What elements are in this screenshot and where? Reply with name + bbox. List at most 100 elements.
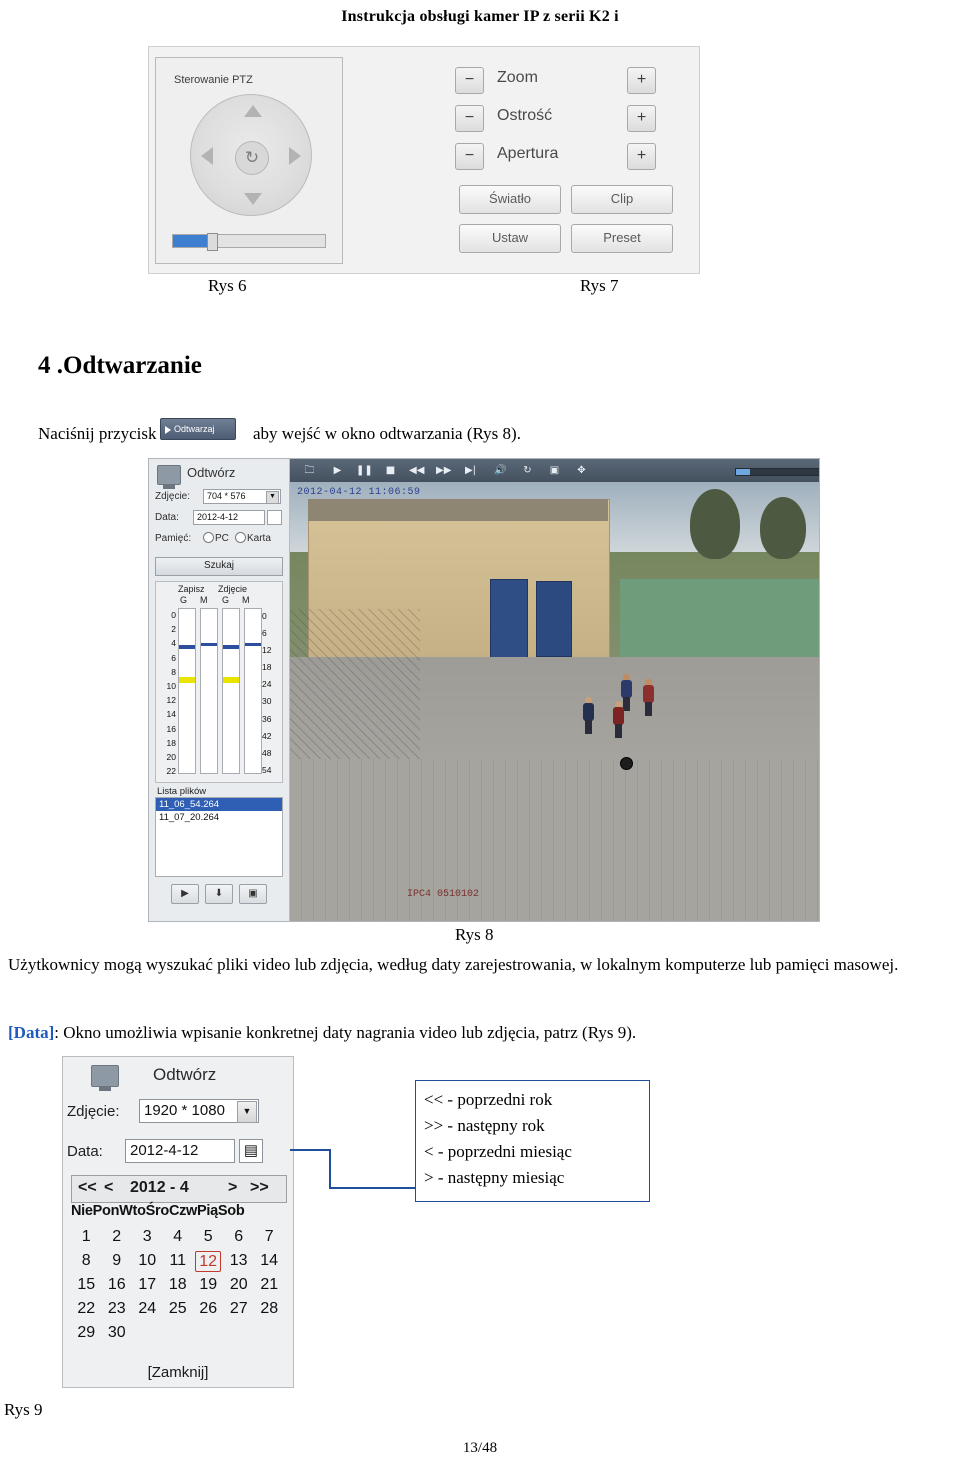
calendar-day[interactable]: 16 [102, 1276, 133, 1294]
calendar-day[interactable]: 8 [71, 1252, 102, 1270]
slider-knob[interactable] [207, 233, 218, 251]
image-size-select[interactable]: 704 * 576 ▼ [203, 489, 281, 504]
calendar-icon[interactable]: ▤ [239, 1139, 263, 1163]
callout-box: << - poprzedni rok >> - następny rok < -… [415, 1080, 650, 1202]
play-icon[interactable]: ▶ [330, 463, 345, 478]
close-button[interactable]: [Zamknij] [71, 1364, 285, 1381]
calendar-day[interactable]: 2 [102, 1228, 133, 1246]
calendar-day[interactable]: 26 [193, 1300, 224, 1318]
calendar-day[interactable]: 9 [102, 1252, 133, 1270]
calendar-day[interactable]: 6 [224, 1228, 255, 1246]
rotate-icon[interactable]: ↻ [235, 141, 269, 175]
calendar-day[interactable]: 3 [132, 1228, 163, 1246]
radio-pc[interactable] [203, 532, 214, 543]
focus-plus-button[interactable]: + [627, 105, 656, 132]
snapshot-icon[interactable]: ▣ [547, 463, 562, 478]
scene-pavement [290, 759, 819, 921]
calendar-day-selected[interactable]: 12 [195, 1250, 222, 1272]
calendar-day[interactable]: 1 [71, 1228, 102, 1246]
rewind-icon[interactable]: ◀◀ [409, 463, 424, 478]
date-input[interactable]: 2012-4-12 [125, 1139, 235, 1163]
calendar-day[interactable]: 17 [132, 1276, 163, 1294]
file-list[interactable]: 11_06_54.264 11_07_20.264 [155, 797, 283, 877]
stop-icon[interactable]: ■ [383, 463, 398, 478]
timeline-col-save-hour[interactable] [178, 608, 196, 774]
calendar-day[interactable]: 22 [71, 1300, 102, 1318]
calendar-day[interactable]: 7 [254, 1228, 285, 1246]
scene-ball [620, 757, 633, 770]
lens-control-panel: − Zoom + − Ostrość + − Apertura + Światł… [449, 49, 692, 263]
calendar-day[interactable]: 23 [102, 1300, 133, 1318]
calendar-day[interactable]: 28 [254, 1300, 285, 1318]
focus-minus-button[interactable]: − [455, 105, 484, 132]
calendar-day[interactable]: 30 [102, 1324, 133, 1342]
scene-tree-1 [690, 489, 740, 559]
timeline-col-save-minute[interactable] [200, 608, 218, 774]
scene-tree-2 [760, 497, 806, 559]
prev-month-button[interactable]: < [104, 1179, 113, 1197]
page-number: 13/48 [462, 1440, 498, 1456]
calendar-day[interactable]: 21 [254, 1276, 285, 1294]
ptz-panel-title: Sterowanie PTZ [174, 74, 253, 86]
download-icon[interactable]: ⬇ [205, 884, 233, 904]
calendar-day[interactable]: 29 [71, 1324, 102, 1342]
ptz-speed-slider[interactable] [172, 233, 326, 251]
chevron-down-icon[interactable]: ▼ [237, 1101, 257, 1123]
video-timestamp-overlay: 2012-04-12 11:06:59 [297, 487, 421, 498]
arrow-up-icon[interactable] [244, 105, 262, 117]
calendar-day[interactable]: 20 [224, 1276, 255, 1294]
volume-icon[interactable]: 🔊 [493, 463, 508, 478]
aperture-minus-button[interactable]: − [455, 143, 484, 170]
calendar-day[interactable]: 24 [132, 1300, 163, 1318]
calendar-icon[interactable] [267, 510, 282, 525]
set-button[interactable]: Ustaw [459, 224, 561, 253]
calendar-day[interactable]: 15 [71, 1276, 102, 1294]
data-tag-description: : Okno umożliwia wpisanie konkretnej dat… [54, 1023, 637, 1042]
calendar-day[interactable]: 4 [163, 1228, 194, 1246]
timeline-col-photo-hour[interactable] [222, 608, 240, 774]
date-input[interactable]: 2012-4-12 [193, 510, 265, 525]
folder-open-icon[interactable]: 🗀 [302, 463, 317, 478]
calendar-day[interactable]: 27 [224, 1300, 255, 1318]
arrow-right-icon[interactable] [289, 147, 301, 165]
calendar-day[interactable]: 10 [132, 1252, 163, 1270]
list-item[interactable]: 11_06_54.264 [156, 798, 282, 811]
timeline-col-photo-minute[interactable] [244, 608, 262, 774]
light-button[interactable]: Światło [459, 185, 561, 214]
refresh-icon[interactable]: ↻ [520, 463, 535, 478]
fast-forward-icon[interactable]: ▶▶ [436, 463, 451, 478]
image-size-select[interactable]: 1920 * 1080 ▼ [139, 1099, 259, 1123]
progress-fill [736, 469, 750, 475]
next-year-button[interactable]: >> [250, 1179, 269, 1197]
calendar-day[interactable]: 5 [193, 1228, 224, 1246]
calendar-week-row: 8 9 10 11 12 13 14 [71, 1249, 285, 1273]
chevron-down-icon[interactable]: ▼ [266, 491, 279, 504]
preset-button[interactable]: Preset [571, 224, 673, 253]
search-button[interactable]: Szukaj [155, 557, 283, 576]
calendar-day[interactable]: 19 [193, 1276, 224, 1294]
pause-icon[interactable]: ❚❚ [356, 463, 373, 478]
arrow-down-icon[interactable] [244, 193, 262, 205]
aperture-plus-button[interactable]: + [627, 143, 656, 170]
calendar-day[interactable]: 25 [163, 1300, 194, 1318]
zoom-plus-button[interactable]: + [627, 67, 656, 94]
video-preview[interactable] [290, 459, 819, 921]
step-forward-icon[interactable]: ▶| [463, 463, 478, 478]
calendar-day[interactable]: 14 [254, 1252, 285, 1270]
ptz-dpad[interactable]: ↻ [190, 94, 312, 216]
playback-button[interactable]: Odtwarzaj [160, 418, 236, 440]
play-icon[interactable]: ▶ [171, 884, 199, 904]
fullscreen-icon[interactable]: ✥ [574, 463, 589, 478]
prev-year-button[interactable]: << [78, 1179, 97, 1197]
calendar-day[interactable]: 11 [163, 1252, 194, 1270]
calendar-day[interactable]: 13 [223, 1252, 254, 1270]
clip-button[interactable]: Clip [571, 185, 673, 214]
video-progress-slider[interactable] [735, 468, 819, 476]
folder-icon[interactable]: ▣ [239, 884, 267, 904]
arrow-left-icon[interactable] [201, 147, 213, 165]
calendar-day[interactable]: 18 [163, 1276, 194, 1294]
list-item[interactable]: 11_07_20.264 [156, 811, 282, 824]
zoom-minus-button[interactable]: − [455, 67, 484, 94]
radio-card[interactable] [235, 532, 246, 543]
next-month-button[interactable]: > [228, 1179, 237, 1197]
